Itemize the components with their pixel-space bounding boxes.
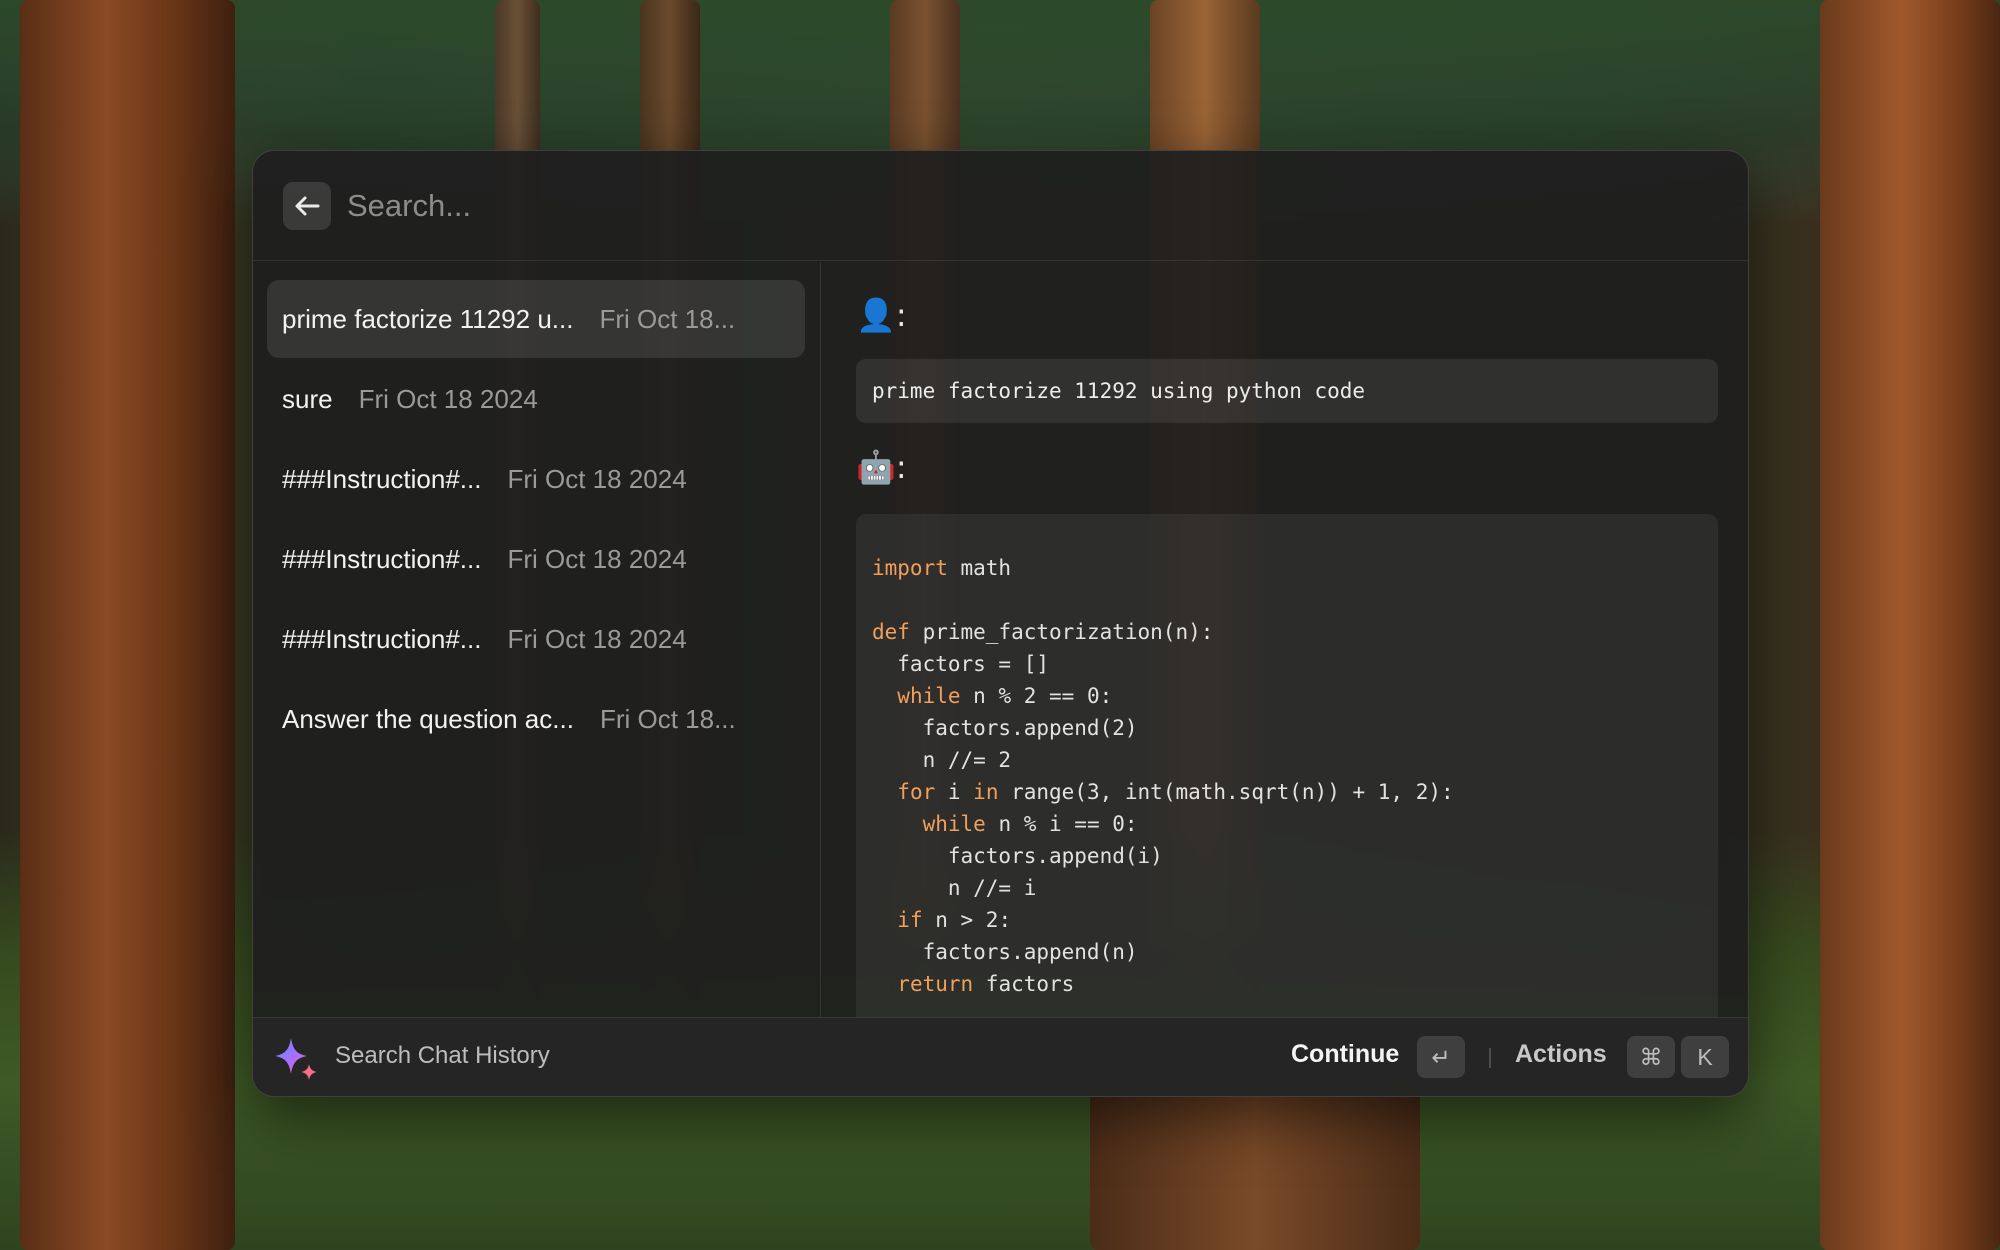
code-line: for i in range(3, int(math.sqrt(n)) + 1,… [897,780,1454,804]
item-date: Fri Oct 18 2024 [507,623,687,654]
code-line: def prime_factorization(n): [872,620,1214,644]
item-title: sure [282,383,333,414]
item-title: ###Instruction#... [282,543,482,574]
list-item[interactable]: Answer the question ac... Fri Oct 18... [267,680,805,758]
item-date: Fri Oct 18... [599,703,736,734]
item-date: Fri Oct 18 2024 [358,383,538,414]
arrow-left-icon [295,196,320,216]
enter-key-hint: ↵ [1417,1036,1465,1078]
chat-history-list: prime factorize 11292 u... Fri Oct 18...… [253,262,821,1019]
tree-trunk [1090,1080,1420,1250]
code-line: if n > 2: [897,908,1012,932]
code-line: while n % i == 0: [922,812,1138,836]
item-title: prime factorize 11292 u... [282,303,574,334]
command-key-hint: ⌘ [1627,1036,1675,1078]
chat-history-window: prime factorize 11292 u... Fri Oct 18...… [252,150,1749,1097]
tree-trunk [1820,0,2000,1250]
footer-bar: Search Chat History Continue ↵ Actions ⌘… [253,1017,1748,1096]
item-date: Fri Oct 18 2024 [507,543,687,574]
item-date: Fri Oct 18 2024 [507,463,687,494]
list-item[interactable]: ###Instruction#... Fri Oct 18 2024 [267,520,805,598]
sparkle-icon [275,1038,317,1080]
search-bar [253,151,1748,261]
back-button[interactable] [283,182,331,230]
code-line: import math [872,556,1012,580]
chat-detail-pane[interactable]: 👤: prime factorize 11292 using python co… [822,262,1748,1019]
code-line: factors.append(2) [872,716,1138,740]
user-role-label: 👤: [856,296,907,334]
code-line: while n % 2 == 0: [897,684,1113,708]
code-line: factors.append(n) [872,940,1138,964]
item-title: ###Instruction#... [282,623,482,654]
code-line: factors = [] [872,652,1050,676]
item-date: Fri Oct 18... [599,303,736,334]
code-line: factors.append(i) [872,844,1163,868]
footer-divider [1489,1048,1491,1068]
k-key-hint: K [1681,1036,1729,1078]
actions-button[interactable]: Actions [1515,1040,1607,1069]
tree-trunk [20,0,235,1250]
user-message: prime factorize 11292 using python code [856,359,1718,423]
footer-title: Search Chat History [335,1042,550,1069]
code-line: n //= i [872,876,1037,900]
list-item[interactable]: sure Fri Oct 18 2024 [267,360,805,438]
list-item[interactable]: prime factorize 11292 u... Fri Oct 18... [267,280,805,358]
code-content: import math def prime_factorization(n): f… [872,552,1454,1000]
code-line: return factors [897,972,1075,996]
item-title: Answer the question ac... [282,703,574,734]
item-title: ###Instruction#... [282,463,482,494]
continue-button[interactable]: Continue [1291,1040,1399,1069]
assistant-role-label: 🤖: [856,448,907,486]
list-item[interactable]: ###Instruction#... Fri Oct 18 2024 [267,440,805,518]
code-line: n //= 2 [872,748,1012,772]
list-item[interactable]: ###Instruction#... Fri Oct 18 2024 [267,600,805,678]
search-input[interactable] [347,179,1647,233]
